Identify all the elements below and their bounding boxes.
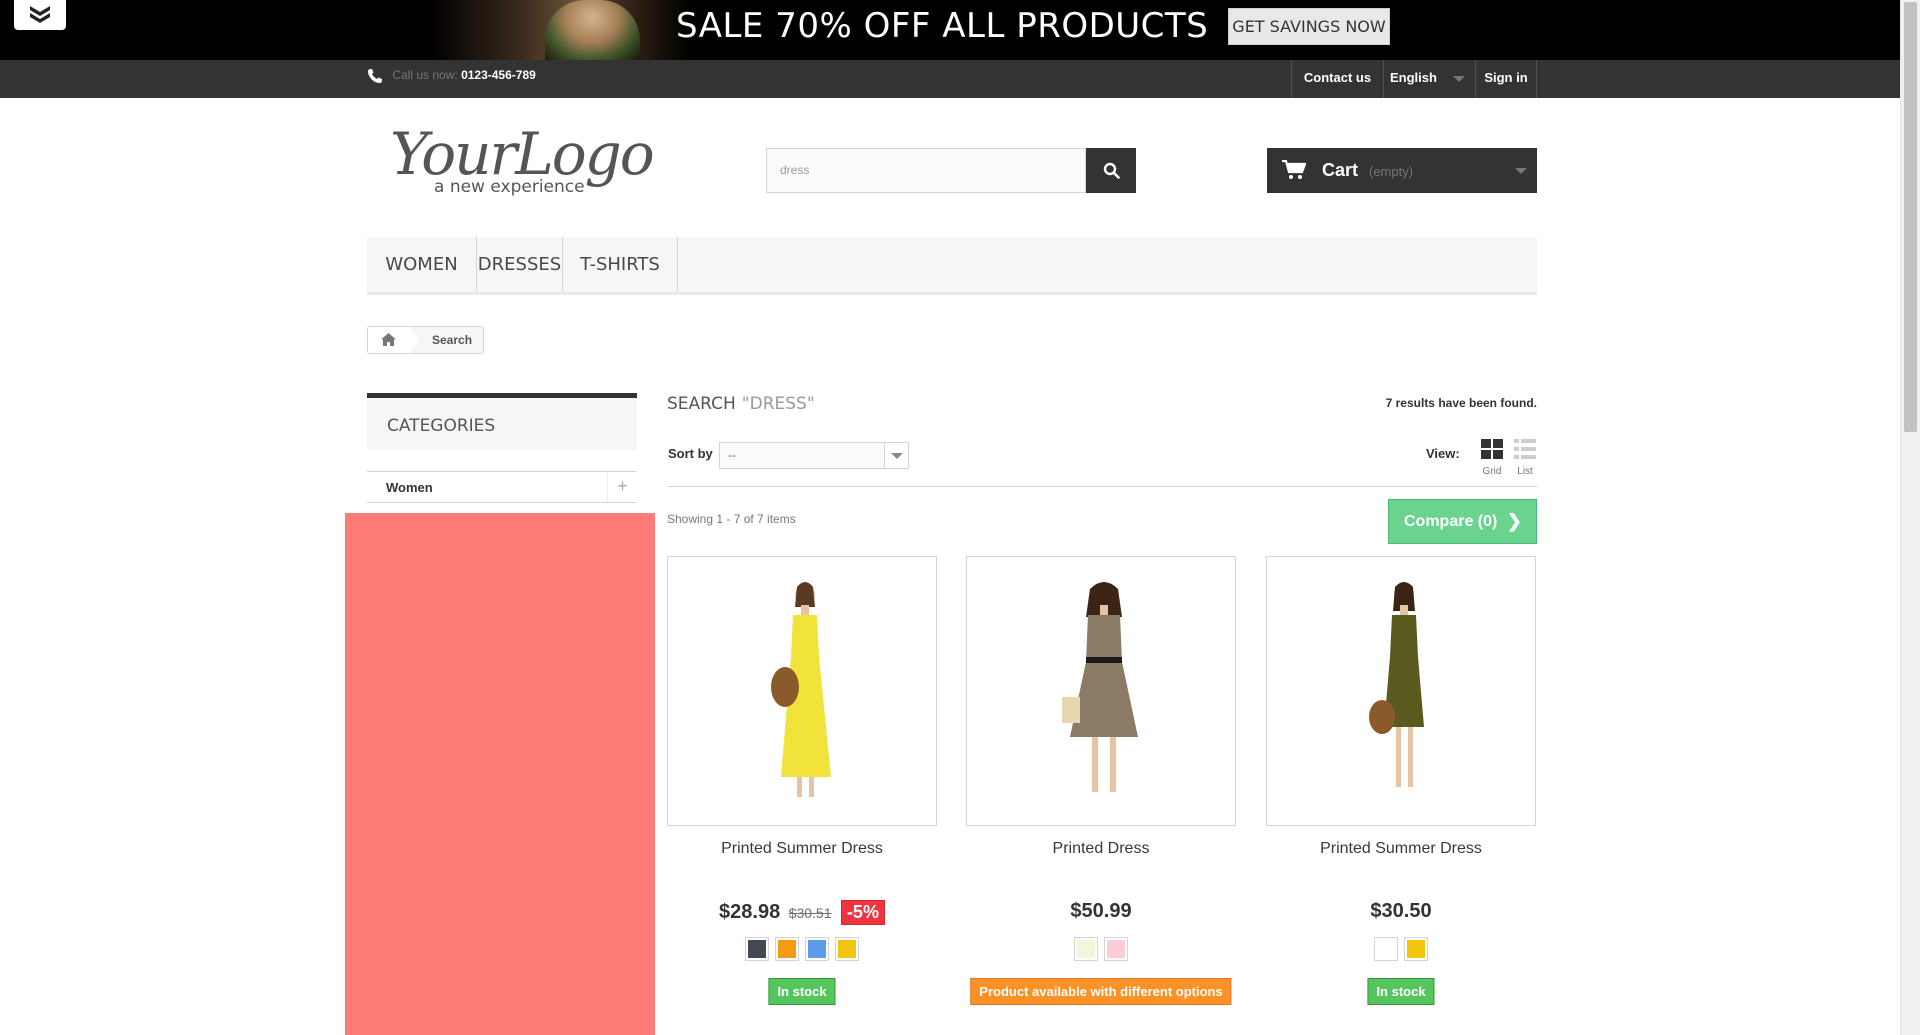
price-row: $28.98 $30.51 -5% bbox=[667, 900, 937, 925]
menu-item-dresses[interactable]: DRESSES bbox=[477, 237, 563, 292]
page-title: SEARCH "DRESS" bbox=[667, 394, 815, 414]
color-swatches bbox=[1266, 937, 1536, 961]
grid-label: Grid bbox=[1482, 466, 1502, 477]
cart-status: (empty) bbox=[1369, 164, 1414, 179]
layers-icon bbox=[30, 6, 50, 23]
chevron-down-icon bbox=[884, 443, 908, 468]
search-heading-label: SEARCH bbox=[667, 394, 736, 414]
breadcrumb: Search bbox=[367, 326, 484, 354]
color-swatch[interactable] bbox=[835, 937, 859, 961]
banner-title: SALE 70% OFF ALL PRODUCTS bbox=[676, 6, 1209, 46]
color-swatch[interactable] bbox=[805, 937, 829, 961]
product-price: $30.50 bbox=[1370, 900, 1432, 922]
product-name[interactable]: Printed Summer Dress bbox=[1266, 840, 1536, 858]
compare-button[interactable]: Compare (0) ❯ bbox=[1388, 499, 1537, 544]
product-price: $28.98 bbox=[719, 901, 781, 923]
dress-model-image bbox=[1062, 582, 1138, 792]
grid-icon bbox=[1481, 439, 1503, 459]
contact-us-link[interactable]: Contact us bbox=[1291, 60, 1383, 98]
sort-label: Sort by bbox=[668, 446, 713, 461]
category-item-women[interactable]: Women + bbox=[367, 471, 637, 503]
menu-item-women[interactable]: WOMEN bbox=[367, 237, 477, 292]
color-swatch[interactable] bbox=[1074, 937, 1098, 961]
list-icon bbox=[1514, 439, 1536, 459]
layers-logo[interactable] bbox=[14, 0, 66, 30]
cart-label: Cart bbox=[1322, 160, 1359, 180]
search-icon bbox=[1103, 162, 1120, 179]
promo-banner[interactable]: SALE 70% OFF ALL PRODUCTS GET SAVINGS NO… bbox=[0, 0, 1900, 60]
results-count: 7 results have been found. bbox=[1385, 396, 1537, 410]
search-input[interactable]: dress bbox=[766, 148, 1086, 193]
cart-button[interactable]: Cart (empty) bbox=[1267, 148, 1537, 193]
expand-icon[interactable]: + bbox=[607, 472, 637, 502]
product-name[interactable]: Printed Dress bbox=[966, 840, 1236, 858]
dress-shape bbox=[1070, 615, 1138, 737]
divider bbox=[667, 486, 1537, 487]
search-query: "DRESS" bbox=[741, 394, 815, 414]
call-label: Call us now: bbox=[392, 68, 458, 83]
language-selector[interactable]: English bbox=[1383, 60, 1475, 98]
availability-badge: Product available with different options bbox=[970, 978, 1232, 1005]
page: SALE 70% OFF ALL PRODUCTS GET SAVINGS NO… bbox=[0, 0, 1920, 1035]
sort-select[interactable]: -- bbox=[719, 442, 909, 469]
logo-tagline: a new experience bbox=[434, 177, 585, 197]
cart-icon bbox=[1282, 160, 1306, 179]
banner-model-image bbox=[545, 0, 640, 60]
color-swatch[interactable] bbox=[775, 937, 799, 961]
product-name[interactable]: Printed Summer Dress bbox=[667, 840, 937, 858]
chevron-right-icon: ❯ bbox=[1506, 511, 1522, 531]
product-image[interactable] bbox=[966, 556, 1236, 826]
dress-model-image bbox=[1369, 582, 1424, 787]
availability-badge: In stock bbox=[768, 978, 836, 1005]
grid-view-button[interactable]: Grid bbox=[1478, 439, 1506, 477]
list-view-button[interactable]: List bbox=[1511, 439, 1539, 477]
chevron-down-icon bbox=[1453, 76, 1465, 82]
main-menu: WOMEN DRESSES T-SHIRTS bbox=[367, 237, 1537, 295]
color-swatches bbox=[966, 937, 1236, 961]
availability-badge: In stock bbox=[1367, 978, 1435, 1005]
product-price: $50.99 bbox=[1070, 900, 1132, 922]
call-us: Call us now: 0123-456-789 bbox=[367, 68, 536, 84]
categories-title: CATEGORIES bbox=[387, 416, 496, 436]
chevron-down-icon bbox=[1515, 168, 1527, 174]
search-button[interactable] bbox=[1086, 148, 1136, 193]
view-label: View: bbox=[1426, 446, 1460, 461]
sort-value: -- bbox=[728, 448, 736, 462]
site-logo[interactable]: YourLogo a new experience bbox=[390, 120, 680, 205]
discount-badge: -5% bbox=[840, 900, 885, 925]
showing-count: Showing 1 - 7 of 7 items bbox=[667, 512, 796, 526]
color-swatch[interactable] bbox=[1104, 937, 1128, 961]
language-label: English bbox=[1390, 70, 1437, 85]
breadcrumb-separator bbox=[410, 327, 419, 353]
highlight-overlay bbox=[345, 513, 655, 1035]
product-image[interactable] bbox=[1266, 556, 1536, 826]
categories-block: CATEGORIES bbox=[367, 393, 637, 450]
scrollbar-thumb[interactable] bbox=[1904, 2, 1917, 432]
price-row: $50.99 bbox=[966, 900, 1236, 923]
price-row: $30.50 bbox=[1266, 900, 1536, 923]
phone-number: 0123-456-789 bbox=[461, 68, 536, 83]
top-navbar bbox=[0, 60, 1900, 98]
breadcrumb-home[interactable] bbox=[368, 327, 410, 353]
home-icon bbox=[381, 333, 396, 346]
category-label: Women bbox=[386, 480, 433, 495]
dress-model-image bbox=[771, 582, 831, 797]
product-image[interactable] bbox=[667, 556, 937, 826]
scrollbar[interactable] bbox=[1900, 0, 1920, 1035]
old-price: $30.51 bbox=[788, 904, 832, 921]
compare-label: Compare (0) bbox=[1404, 513, 1498, 530]
phone-icon bbox=[368, 69, 382, 83]
color-swatch[interactable] bbox=[1404, 937, 1428, 961]
get-savings-button[interactable]: GET SAVINGS NOW bbox=[1228, 8, 1390, 45]
sign-in-link[interactable]: Sign in bbox=[1475, 60, 1537, 98]
color-swatch[interactable] bbox=[1374, 937, 1398, 961]
menu-item-tshirts[interactable]: T-SHIRTS bbox=[563, 237, 678, 292]
breadcrumb-current: Search bbox=[432, 333, 473, 347]
color-swatch[interactable] bbox=[745, 937, 769, 961]
color-swatches bbox=[667, 937, 937, 961]
list-label: List bbox=[1517, 466, 1533, 477]
